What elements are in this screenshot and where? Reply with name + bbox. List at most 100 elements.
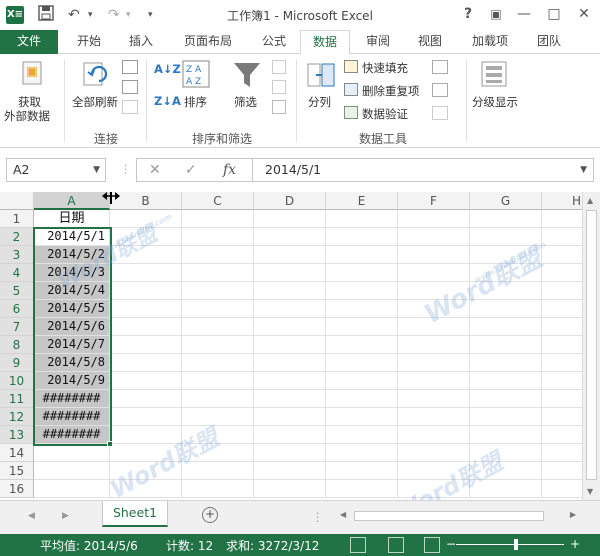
- cell[interactable]: [34, 480, 110, 498]
- cell[interactable]: [326, 210, 398, 228]
- cell[interactable]: [182, 282, 254, 300]
- cell[interactable]: [110, 282, 182, 300]
- cell[interactable]: [326, 408, 398, 426]
- insert-function-icon[interactable]: fx: [223, 162, 236, 178]
- zoom-out-icon[interactable]: −: [446, 537, 456, 551]
- cell[interactable]: [542, 480, 582, 498]
- cell[interactable]: [326, 228, 398, 246]
- ribbon-display-options-icon[interactable]: ▣: [486, 4, 506, 24]
- cell[interactable]: [470, 444, 542, 462]
- cell[interactable]: [398, 264, 470, 282]
- column-header-g[interactable]: G: [470, 192, 542, 210]
- cell[interactable]: [254, 336, 326, 354]
- vertical-scrollbar[interactable]: ▲ ▼: [582, 192, 600, 500]
- cell[interactable]: [398, 480, 470, 498]
- cell[interactable]: [182, 444, 254, 462]
- cell-date[interactable]: 2014/5/9: [34, 372, 110, 390]
- cell[interactable]: [542, 246, 582, 264]
- help-icon[interactable]: ?: [458, 4, 478, 24]
- row-header[interactable]: 4: [0, 264, 34, 282]
- cell-date[interactable]: 2014/5/4: [34, 282, 110, 300]
- cell[interactable]: [326, 318, 398, 336]
- cell[interactable]: [470, 390, 542, 408]
- name-box-dropdown-icon[interactable]: ▼: [93, 159, 100, 181]
- cell[interactable]: [110, 480, 182, 498]
- cell[interactable]: [110, 390, 182, 408]
- cell[interactable]: [110, 264, 182, 282]
- cell[interactable]: [470, 426, 542, 444]
- row-header[interactable]: 6: [0, 300, 34, 318]
- tab-formulas[interactable]: 公式: [252, 30, 296, 54]
- tab-review[interactable]: 审阅: [354, 30, 402, 54]
- enter-icon[interactable]: ✓: [185, 162, 197, 178]
- tab-home[interactable]: 开始: [64, 30, 114, 54]
- zoom-slider[interactable]: [456, 544, 564, 545]
- cell-date[interactable]: 2014/5/5: [34, 300, 110, 318]
- cell[interactable]: [254, 228, 326, 246]
- cell[interactable]: [254, 462, 326, 480]
- cell[interactable]: [326, 480, 398, 498]
- sort-az-icon[interactable]: A↓Z: [154, 62, 181, 76]
- cell[interactable]: [254, 300, 326, 318]
- clear-filter-icon[interactable]: [272, 60, 286, 74]
- cell[interactable]: [110, 228, 182, 246]
- cancel-icon[interactable]: ✕: [149, 162, 161, 178]
- cell[interactable]: [542, 426, 582, 444]
- cell[interactable]: [254, 282, 326, 300]
- cell-date[interactable]: 2014/5/8: [34, 354, 110, 372]
- horizontal-scroll-thumb[interactable]: [354, 511, 544, 521]
- scroll-down-icon[interactable]: ▼: [587, 487, 593, 496]
- cell[interactable]: [542, 390, 582, 408]
- sheet-tab-sheet1[interactable]: Sheet1: [102, 501, 168, 527]
- cell[interactable]: [182, 390, 254, 408]
- cell[interactable]: [326, 444, 398, 462]
- cell-date[interactable]: 2014/5/3: [34, 264, 110, 282]
- cell[interactable]: [110, 246, 182, 264]
- cell[interactable]: [470, 282, 542, 300]
- cell[interactable]: [110, 354, 182, 372]
- cell[interactable]: [398, 210, 470, 228]
- select-all-corner[interactable]: [0, 192, 34, 210]
- cell[interactable]: [470, 264, 542, 282]
- zoom-slider-thumb[interactable]: [514, 539, 518, 550]
- cell-date[interactable]: 2014/5/2: [34, 246, 110, 264]
- name-box[interactable]: A2 ▼: [6, 158, 106, 182]
- row-header[interactable]: 1: [0, 210, 34, 228]
- cell[interactable]: [398, 426, 470, 444]
- cell[interactable]: [254, 426, 326, 444]
- cell[interactable]: [398, 390, 470, 408]
- cell[interactable]: [398, 246, 470, 264]
- cell[interactable]: [110, 462, 182, 480]
- cell[interactable]: [110, 336, 182, 354]
- scroll-up-icon[interactable]: ▲: [587, 196, 593, 205]
- cell[interactable]: [182, 228, 254, 246]
- what-if-analysis-icon[interactable]: [432, 83, 448, 97]
- cell[interactable]: [110, 426, 182, 444]
- cell-overflow[interactable]: ########: [34, 408, 110, 426]
- cell[interactable]: [542, 264, 582, 282]
- row-header[interactable]: 8: [0, 336, 34, 354]
- cell[interactable]: [182, 354, 254, 372]
- prev-sheet-icon[interactable]: ◀: [28, 511, 35, 521]
- cell[interactable]: [182, 462, 254, 480]
- page-break-preview-icon[interactable]: [424, 537, 440, 553]
- cell[interactable]: [470, 246, 542, 264]
- cell-date[interactable]: 2014/5/1: [34, 228, 110, 246]
- row-header[interactable]: 11: [0, 390, 34, 408]
- cell[interactable]: [110, 372, 182, 390]
- cell[interactable]: [470, 228, 542, 246]
- cell[interactable]: [182, 480, 254, 498]
- cell[interactable]: [182, 300, 254, 318]
- row-header[interactable]: 3: [0, 246, 34, 264]
- cell[interactable]: [470, 210, 542, 228]
- cell[interactable]: [398, 300, 470, 318]
- cell[interactable]: [470, 480, 542, 498]
- minimize-icon[interactable]: —: [514, 4, 534, 24]
- cell[interactable]: [326, 354, 398, 372]
- cell[interactable]: [254, 408, 326, 426]
- row-header[interactable]: 2: [0, 228, 34, 246]
- cell[interactable]: [182, 408, 254, 426]
- cell[interactable]: [398, 282, 470, 300]
- expand-formula-bar-icon[interactable]: ▼: [580, 159, 587, 181]
- new-sheet-button[interactable]: +: [202, 507, 218, 523]
